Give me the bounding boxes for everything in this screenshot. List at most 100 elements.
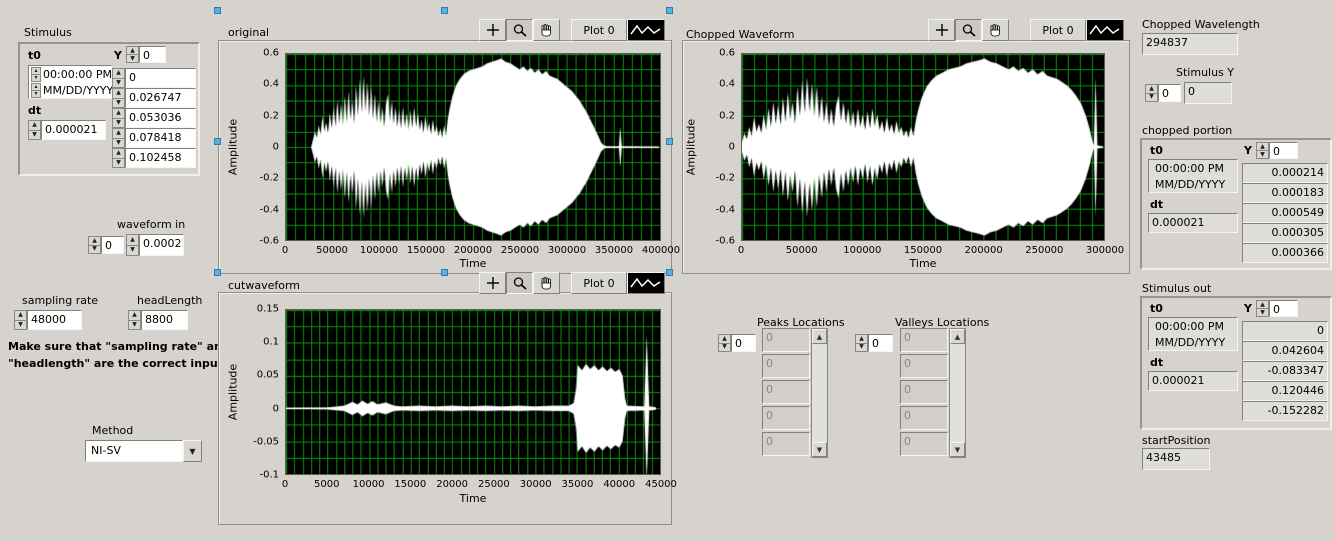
plot-legend[interactable]: Plot 0 (571, 19, 665, 41)
crosshair-tool-button[interactable] (928, 19, 955, 41)
array-element-value: 0 (1242, 321, 1328, 341)
waveform-in-value[interactable]: 0.000213 (139, 234, 184, 256)
array-element: -0.152282 (1242, 401, 1328, 421)
increment-decrement[interactable]: ▲▼ (112, 68, 125, 88)
peaks-index-value[interactable]: 0 (731, 334, 756, 352)
increment-decrement[interactable]: ▲▼ (126, 234, 139, 256)
increment-decrement[interactable]: ▲▼ (112, 148, 125, 168)
chevron-down-icon[interactable]: ▼ (183, 440, 202, 462)
selection-handle[interactable] (666, 269, 673, 276)
increment-decrement[interactable]: ▲▼ (88, 236, 101, 254)
scroll-down-button[interactable]: ▼ (812, 442, 827, 457)
crosshair-tool-button[interactable] (479, 19, 506, 41)
selection-handle[interactable] (666, 138, 673, 145)
plot-legend[interactable]: Plot 0 (571, 272, 665, 294)
selection-handle[interactable] (441, 7, 448, 14)
sampling-rate-control[interactable]: ▲▼ 48000 (14, 310, 82, 330)
increment-decrement[interactable]: ▲▼ (1145, 84, 1158, 102)
stimulus-y-index-control[interactable]: ▲▼ 0 (1145, 84, 1181, 102)
increment-decrement[interactable]: ▲▼ (1256, 300, 1269, 317)
plot-area[interactable] (285, 309, 661, 475)
dt-control[interactable]: ▲▼ 0.000021 (28, 120, 106, 140)
headlength-value[interactable]: 8800 (141, 310, 188, 330)
array-element-value[interactable]: 0.026747 (125, 88, 196, 108)
plot-legend[interactable]: Plot 0 (1030, 19, 1124, 41)
zoom-tool-button[interactable] (506, 272, 533, 294)
zoom-tool-button[interactable] (955, 19, 982, 41)
y-tick-label: 0 (729, 142, 735, 153)
increment-decrement[interactable]: ▲▼ (112, 128, 125, 148)
plot-line-style-icon[interactable] (1086, 19, 1124, 41)
y-index-control[interactable]: ▲▼ 0 (126, 46, 166, 63)
scrollbar[interactable]: ▲ ▼ (949, 328, 966, 458)
dt-label: dt (1150, 356, 1163, 369)
t0-time-value[interactable]: 00:00:00 PM (43, 68, 112, 81)
original-graph: Amplitude 0.60.40.20-0.2-0.4-0.6 0500001… (218, 40, 672, 274)
array-element-value: 0.000549 (1242, 203, 1328, 223)
zoom-tool-button[interactable] (506, 19, 533, 41)
scroll-up-button[interactable]: ▲ (812, 329, 827, 344)
array-element-value[interactable]: 0 (125, 68, 196, 88)
headlength-control[interactable]: ▲▼ 8800 (128, 310, 188, 330)
waveform-in-index-value[interactable]: 0 (101, 236, 124, 254)
valleys-index-value[interactable]: 0 (868, 334, 893, 352)
waveform-in-index-control[interactable]: ▲▼ 0 (88, 236, 124, 254)
plot-line-style-icon[interactable] (627, 19, 665, 41)
selection-handle[interactable] (441, 269, 448, 276)
plot-legend-label[interactable]: Plot 0 (571, 19, 627, 41)
pan-tool-button[interactable] (982, 19, 1009, 41)
method-combobox[interactable]: NI-SV ▼ (85, 440, 202, 462)
scroll-down-button[interactable]: ▼ (950, 442, 965, 457)
selection-handle[interactable] (214, 7, 221, 14)
increment-decrement[interactable]: ▲▼ (28, 120, 41, 140)
t0-date-value[interactable]: MM/DD/YYYY (43, 84, 113, 97)
increment-decrement[interactable]: ▲▼ (1256, 142, 1269, 159)
increment-decrement[interactable]: ▲▼ (128, 310, 141, 330)
selection-handle[interactable] (214, 138, 221, 145)
pan-tool-button[interactable] (533, 272, 560, 294)
increment-decrement[interactable]: ▲▼ (112, 88, 125, 108)
array-element-value[interactable]: 0.053036 (125, 108, 196, 128)
increment-decrement[interactable]: ▴▾ (31, 67, 41, 82)
increment-decrement[interactable]: ▲▼ (126, 46, 139, 63)
increment-decrement[interactable]: ▲▼ (112, 108, 125, 128)
plot-line-style-icon[interactable] (627, 272, 665, 294)
array-element: 0.000183 (1242, 183, 1328, 203)
array-element-value[interactable]: 0.078418 (125, 128, 196, 148)
y-index-value[interactable]: 0 (139, 46, 166, 63)
sampling-rate-value[interactable]: 48000 (27, 310, 82, 330)
plot-legend-label[interactable]: Plot 0 (571, 272, 627, 294)
increment-decrement[interactable]: ▲▼ (14, 310, 27, 330)
scroll-up-button[interactable]: ▲ (950, 329, 965, 344)
crosshair-tool-button[interactable] (479, 272, 506, 294)
plot-area[interactable] (741, 53, 1105, 241)
scrollbar[interactable]: ▲ ▼ (811, 328, 828, 458)
y-index-value[interactable]: 0 (1269, 300, 1298, 317)
increment-decrement[interactable]: ▴▾ (31, 83, 41, 98)
valleys-index-control[interactable]: ▲▼ 0 (855, 334, 893, 352)
y-index-value[interactable]: 0 (1269, 142, 1298, 159)
y-index-control[interactable]: ▲▼ 0 (1256, 300, 1298, 317)
y-index-control[interactable]: ▲▼ 0 (1256, 142, 1298, 159)
method-value[interactable]: NI-SV (85, 440, 183, 462)
array-element-value[interactable]: 0.102458 (125, 148, 196, 168)
pan-tool-button[interactable] (533, 19, 560, 41)
peaks-index-control[interactable]: ▲▼ 0 (718, 334, 756, 352)
x-tick-label: 35000 (562, 479, 594, 490)
plot-area[interactable] (285, 53, 661, 241)
increment-decrement[interactable]: ▲▼ (718, 334, 731, 352)
selection-handle[interactable] (214, 269, 221, 276)
selection-handle[interactable] (666, 7, 673, 14)
t0-timestamp-control[interactable]: ▴▾00:00:00 PM ▴▾MM/DD/YYYY (28, 65, 112, 99)
plot-legend-label[interactable]: Plot 0 (1030, 19, 1086, 41)
waveform-in-value-control[interactable]: ▲▼ 0.000213 (126, 234, 184, 256)
original-graph-title: original (228, 26, 269, 39)
increment-decrement[interactable]: ▲▼ (855, 334, 868, 352)
scrollbar-track[interactable] (812, 344, 827, 442)
plot-canvas (286, 310, 660, 474)
array-element: ▲▼0.026747 (112, 88, 196, 108)
scrollbar-track[interactable] (950, 344, 965, 442)
stimulus-y-index-value[interactable]: 0 (1158, 84, 1181, 102)
dt-value[interactable]: 0.000021 (41, 120, 106, 140)
array-element: 0 (762, 328, 810, 352)
